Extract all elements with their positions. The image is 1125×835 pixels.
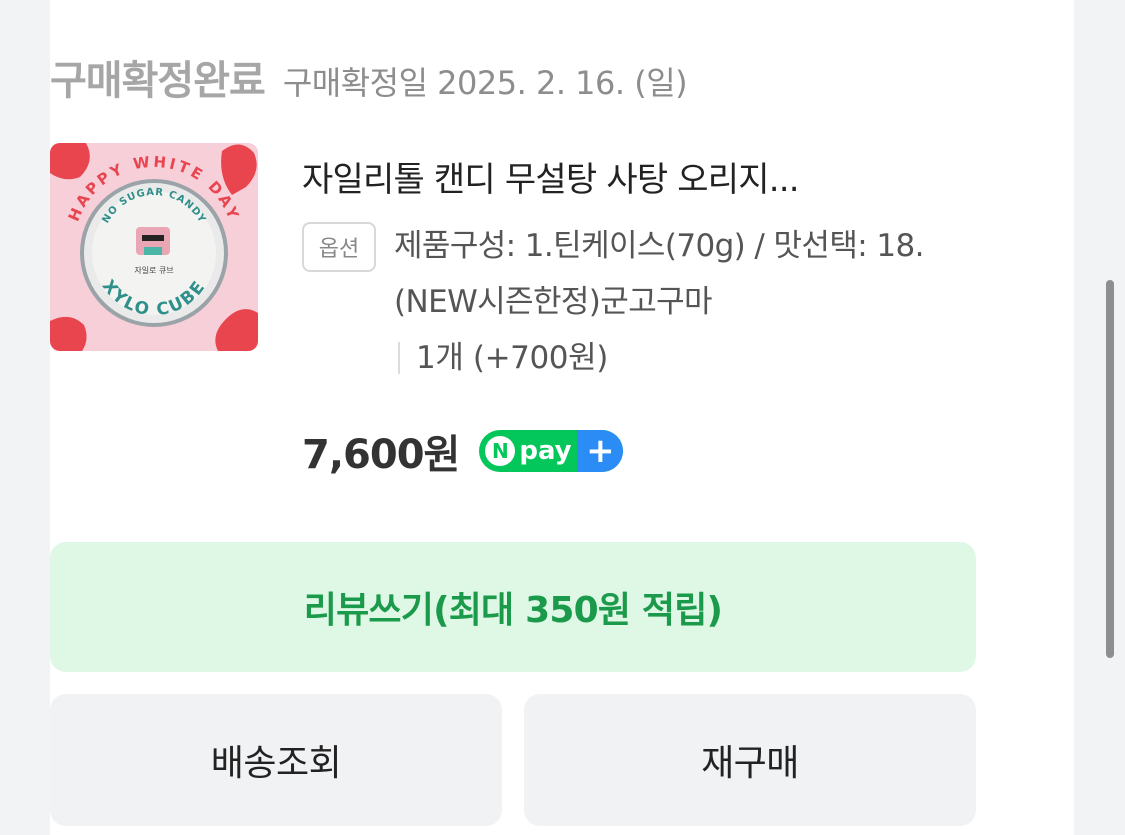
npay-label: pay: [519, 436, 572, 466]
candy-tin-image: HAPPY WHITE DAY NO SUGAR CANDY 자일로 큐브 XY…: [50, 143, 258, 351]
price-row: 7,600원 N pay +: [302, 422, 624, 480]
quantity-divider: [398, 342, 400, 374]
option-row: 옵션 제품구성: 1.틴케이스(70g) / 맛선택: 18.(NEW시즌한정)…: [302, 218, 972, 330]
product-info: 자일리톨 캔디 무설탕 사탕 오리지... 옵션 제품구성: 1.틴케이스(70…: [302, 150, 972, 386]
scrollbar[interactable]: [1106, 280, 1114, 658]
image-label-text: 자일로 큐브: [134, 266, 173, 275]
product-thumbnail[interactable]: HAPPY WHITE DAY NO SUGAR CANDY 자일로 큐브 XY…: [50, 143, 258, 351]
order-status-title: 구매확정완료: [50, 58, 266, 104]
product-name[interactable]: 자일리톨 캔디 무설탕 사탕 오리지...: [302, 150, 962, 210]
write-review-button[interactable]: 리뷰쓰기(최대 350원 적립): [50, 542, 976, 672]
npay-plus-badge: N pay +: [479, 430, 624, 472]
quantity-text: 1개 (+700원): [416, 340, 608, 376]
option-badge: 옵션: [302, 222, 376, 272]
npay-n-icon: N: [485, 436, 516, 466]
plus-icon: +: [577, 430, 624, 472]
quantity-row: 1개 (+700원): [398, 330, 972, 386]
option-text: 제품구성: 1.틴케이스(70g) / 맛선택: 18.(NEW시즌한정)군고구…: [394, 228, 924, 320]
rebuy-button[interactable]: 재구매: [524, 694, 976, 826]
product-price: 7,600원: [302, 432, 460, 478]
order-status-row: 구매확정완료 구매확정일 2025. 2. 16. (일): [50, 48, 688, 106]
order-confirm-date: 구매확정일 2025. 2. 16. (일): [282, 64, 688, 102]
track-delivery-button[interactable]: 배송조회: [50, 694, 502, 826]
